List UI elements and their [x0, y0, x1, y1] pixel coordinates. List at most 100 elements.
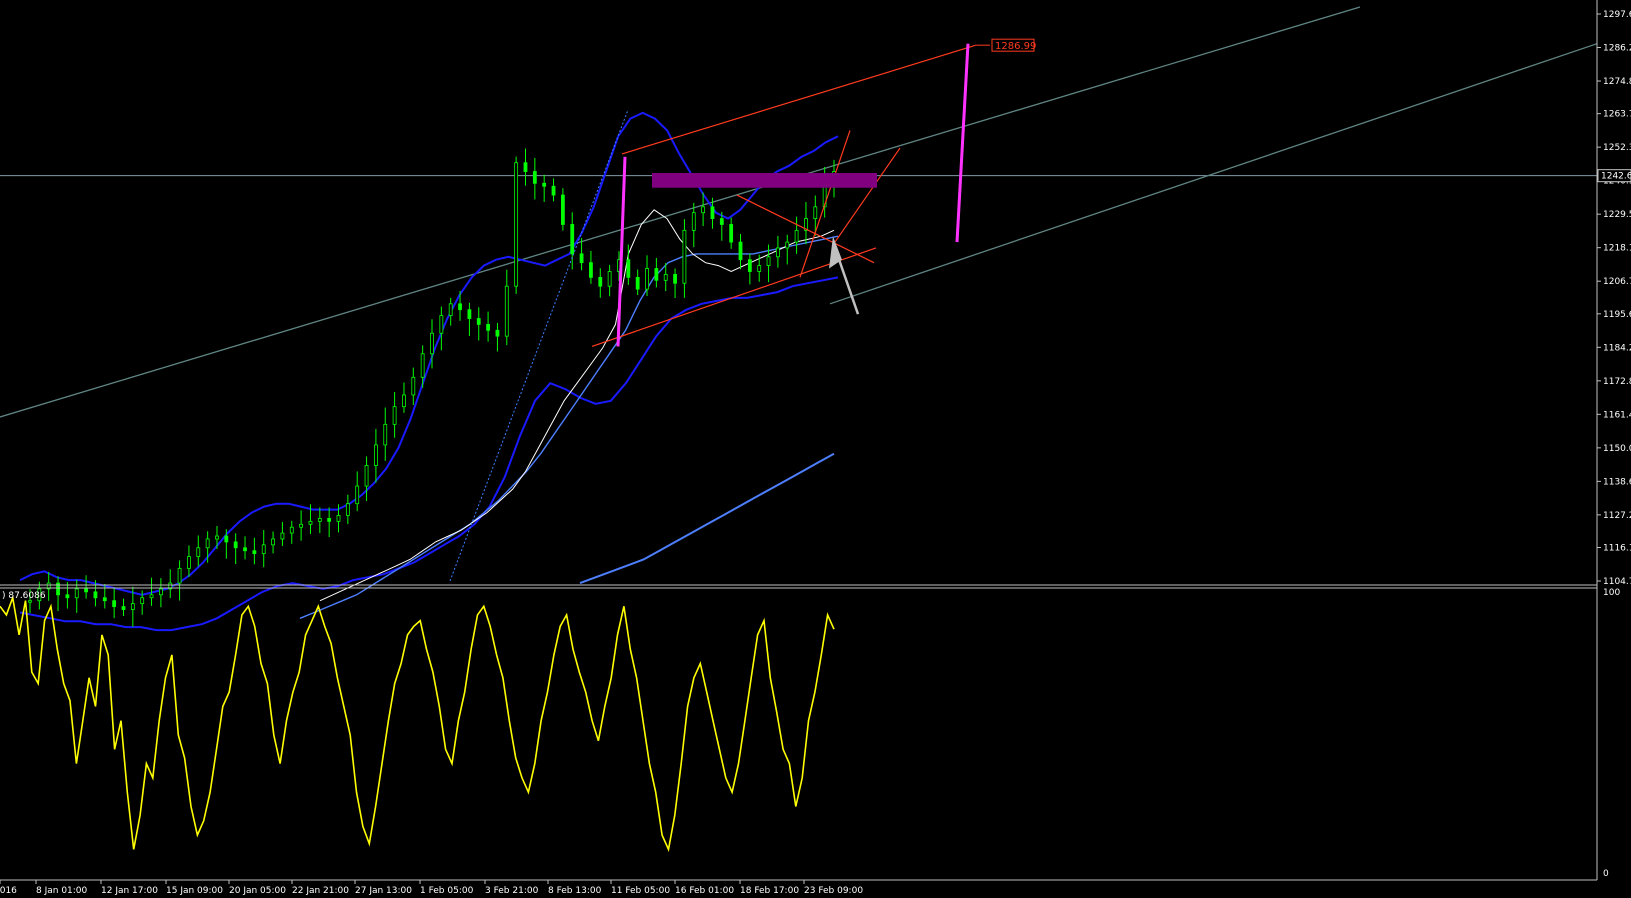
candle-body	[364, 465, 369, 487]
candle-body	[215, 535, 219, 540]
oscillator-tick-label: 100	[1603, 588, 1620, 598]
oscillator-panel: ) 87.6086	[0, 591, 835, 853]
candle-body	[654, 268, 659, 281]
candle-body	[299, 523, 304, 528]
candle-body	[411, 376, 416, 396]
price-tick-label: 1172.8	[1603, 377, 1631, 387]
price-tick-label: 1286.2	[1603, 44, 1631, 54]
candle-body	[158, 588, 163, 596]
candle-body	[420, 353, 425, 378]
time-tick-label: 3 Feb 21:00	[485, 886, 539, 896]
candle-body	[476, 318, 481, 325]
white-moving-average	[319, 209, 835, 602]
candle-body	[542, 182, 547, 187]
time-tick-label: 23 Feb 09:00	[804, 886, 863, 896]
candle-body	[65, 594, 70, 599]
price-tick-label: 1206.7	[1603, 277, 1631, 287]
candle-body	[271, 538, 275, 546]
candle-body	[598, 276, 603, 287]
target-label: 1286.99	[995, 41, 1036, 52]
price-tick-label: 1252.3	[1603, 143, 1631, 153]
red-wedge-steep	[799, 130, 851, 278]
candle-body	[467, 309, 472, 319]
red-channel-upper	[621, 44, 976, 155]
candle-body	[607, 271, 612, 287]
time-tick-label: 20 Jan 05:00	[229, 886, 286, 896]
current-price-label: 1242.6	[1601, 172, 1631, 182]
candle-body	[224, 535, 229, 543]
time-tick-label: 18 Feb 17:00	[740, 886, 799, 896]
price-tick-label: 1229.5	[1603, 210, 1631, 220]
candle-body	[579, 253, 584, 264]
price-tick-label: 1161.4	[1603, 410, 1631, 420]
candle-body	[280, 532, 285, 540]
candle-body	[439, 315, 444, 334]
chart-canvas: 1286.99 ) 87.6086 1297.61286.21274.81263…	[0, 0, 1631, 896]
candle-body	[710, 206, 715, 219]
time-tick-label: 16 Feb 01:00	[675, 886, 734, 896]
candle-body	[813, 206, 818, 219]
price-tick-label: 1195.6	[1603, 310, 1631, 320]
axes: 1297.61286.21274.81263.71252.31240.91229…	[0, 0, 1631, 896]
price-tick-label: 1263.7	[1603, 110, 1631, 120]
candle-body	[196, 547, 201, 558]
candle-body	[243, 547, 247, 552]
candle-body	[673, 274, 677, 284]
measured-move-right	[955, 43, 970, 243]
time-tick-label: 27 Jan 13:00	[355, 886, 412, 896]
candle-body	[233, 541, 238, 549]
candle-body	[149, 594, 154, 599]
candle-body	[252, 550, 257, 555]
candle-body	[785, 241, 790, 249]
time-tick-label: 12 Jan 17:00	[101, 886, 158, 896]
candle-body	[102, 597, 107, 602]
candle-body	[93, 591, 98, 599]
candle-body	[757, 265, 762, 272]
long-moving-average	[579, 452, 835, 585]
candle-body	[327, 517, 332, 522]
candle-body	[392, 406, 397, 425]
bollinger-lower	[19, 276, 839, 632]
price-tick-label: 1274.8	[1603, 77, 1631, 87]
candle-body	[747, 259, 752, 272]
lower-trendline	[829, 43, 1598, 305]
candle-body	[336, 515, 341, 522]
time-tick-label: 2016	[0, 886, 17, 896]
candle-body	[495, 329, 500, 337]
candle-body	[560, 194, 565, 225]
candle-body	[523, 162, 528, 172]
candle-body	[383, 423, 388, 446]
candle-body	[701, 206, 706, 214]
time-tick-label: 11 Feb 05:00	[611, 886, 670, 896]
price-tick-label: 1138.6	[1603, 477, 1631, 487]
oscillator-tick-label: 0	[1603, 869, 1609, 879]
upper-trendline	[0, 6, 1361, 418]
time-tick-label: 22 Jan 21:00	[292, 886, 349, 896]
price-tick-label: 1218.1	[1603, 244, 1631, 254]
candle-body	[187, 556, 191, 569]
resistance-zone	[652, 173, 877, 188]
candle-body	[486, 323, 490, 331]
price-tick-label: 1104.7	[1603, 577, 1631, 587]
candle-body	[719, 218, 724, 225]
time-tick-label: 1 Feb 05:00	[420, 886, 474, 896]
candle-body	[112, 600, 117, 607]
time-tick-label: 8 Feb 13:00	[548, 886, 602, 896]
dotted-trendline	[449, 109, 629, 582]
candle-body	[589, 262, 593, 278]
candle-body	[402, 394, 406, 408]
candle-body	[738, 241, 743, 261]
candle-body	[121, 606, 126, 610]
price-tick-label: 1127.2	[1603, 511, 1631, 521]
candle-body	[794, 229, 799, 243]
candle-body	[345, 503, 350, 516]
candle-body	[308, 520, 313, 525]
candle-body	[635, 276, 640, 290]
candle-body	[177, 567, 182, 584]
candle-body	[458, 303, 462, 311]
candle-body	[729, 224, 734, 243]
price-panel: 1286.99	[0, 6, 1598, 632]
blue-moving-average	[299, 235, 839, 619]
candle-body	[289, 526, 294, 534]
candle-body	[205, 538, 210, 549]
